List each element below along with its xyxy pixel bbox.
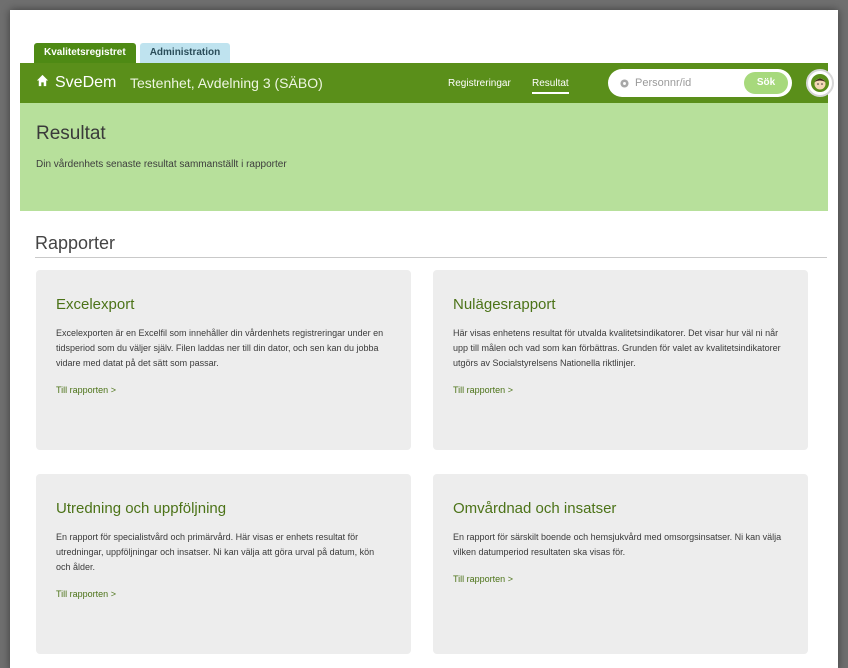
nav-registreringar[interactable]: Registreringar	[448, 78, 511, 89]
navbar: SveDem Testenhet, Avdelning 3 (SÄBO) Reg…	[20, 63, 834, 103]
search-box: Sök	[608, 69, 792, 97]
report-card-nulagesrapport: Nulägesrapport Här visas enhetens result…	[433, 270, 808, 450]
search-icon	[620, 78, 629, 88]
search-input[interactable]	[635, 77, 735, 89]
report-card-excelexport: Excelexport Excelexporten är en Excelfil…	[36, 270, 411, 450]
tab-administration[interactable]: Administration	[139, 43, 231, 63]
report-card-utredning: Utredning och uppföljning En rapport för…	[36, 474, 411, 654]
page-header: Resultat Din vårdenhets senaste resultat…	[20, 103, 828, 211]
card-description: Excelexporten är en Excelfil som innehål…	[56, 328, 384, 368]
card-link[interactable]: Till rapporten >	[453, 385, 513, 395]
tab-kvalitetsregistret[interactable]: Kvalitetsregistret	[34, 43, 136, 63]
card-title: Utredning och uppföljning	[56, 500, 227, 517]
brand-name: SveDem	[55, 74, 117, 91]
app-window: Kvalitetsregistret Administration SveDem…	[10, 10, 838, 668]
brand-link[interactable]: SveDem	[36, 74, 116, 92]
section-title: Rapporter	[35, 233, 116, 253]
search-button[interactable]: Sök	[744, 72, 788, 94]
card-description: En rapport för särskilt boende och hemsj…	[453, 532, 782, 557]
page-subtitle: Din vårdenhets senaste resultat sammanst…	[36, 159, 287, 170]
nav-resultat[interactable]: Resultat	[532, 78, 569, 94]
unit-name: Testenhet, Avdelning 3 (SÄBO)	[130, 75, 323, 91]
card-description: Här visas enhetens resultat för utvalda …	[453, 328, 781, 368]
section-divider	[35, 257, 827, 258]
card-title: Omvårdnad och insatser	[453, 500, 617, 517]
user-avatar-icon[interactable]	[806, 69, 834, 97]
card-link[interactable]: Till rapporten >	[453, 574, 513, 584]
card-description: En rapport för specialistvård och primär…	[56, 532, 375, 572]
card-link[interactable]: Till rapporten >	[56, 589, 116, 599]
home-icon	[36, 74, 49, 92]
card-link[interactable]: Till rapporten >	[56, 385, 116, 395]
card-title: Nulägesrapport	[453, 296, 556, 313]
card-title: Excelexport	[56, 296, 135, 313]
top-tabs: Kvalitetsregistret Administration	[34, 43, 231, 63]
report-card-omvardnad: Omvårdnad och insatser En rapport för sä…	[433, 474, 808, 654]
page-title: Resultat	[36, 123, 106, 144]
